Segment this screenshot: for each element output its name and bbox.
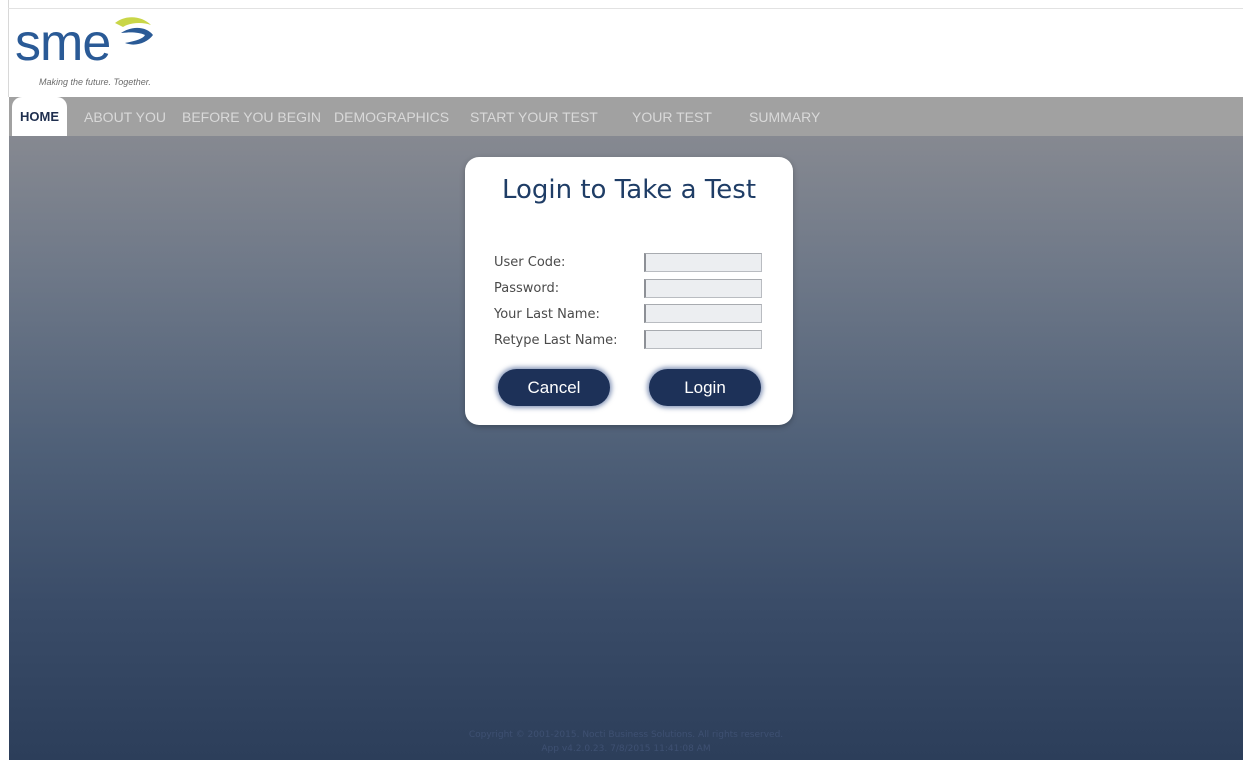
nav-home[interactable]: HOME: [12, 97, 67, 136]
logo-tagline: Making the future. Together.: [39, 77, 151, 87]
footer: Copyright © 2001-2015. Nocti Business So…: [9, 728, 1243, 756]
cancel-button[interactable]: Cancel: [498, 369, 610, 406]
retype-last-name-label: Retype Last Name:: [494, 333, 618, 348]
copyright-text: Copyright © 2001-2015. Nocti Business So…: [468, 730, 784, 740]
user-code-label: User Code:: [494, 255, 566, 270]
nav-start-your-test[interactable]: START YOUR TEST: [470, 97, 598, 136]
main-nav: HOME ABOUT YOU BEFORE YOU BEGIN DEMOGRAP…: [9, 97, 1243, 136]
user-code-input[interactable]: [644, 253, 762, 272]
version-text: App v4.2.0.23. 7/8/2015 11:41:08 AM: [541, 744, 711, 754]
last-name-input[interactable]: [644, 304, 762, 323]
nav-about-you[interactable]: ABOUT YOU: [84, 97, 166, 136]
main-content: Login to Take a Test User Code: Password…: [9, 136, 1243, 760]
page: sme Making the future. Together. HOME AB…: [0, 0, 1243, 760]
password-label: Password:: [494, 281, 560, 296]
logo-swoosh-icon: [115, 17, 153, 45]
header: sme Making the future. Together.: [9, 9, 1243, 97]
password-input[interactable]: [644, 279, 762, 298]
nav-demographics[interactable]: DEMOGRAPHICS: [334, 97, 449, 136]
nav-summary[interactable]: SUMMARY: [749, 97, 820, 136]
login-dialog: Login to Take a Test User Code: Password…: [465, 157, 793, 425]
login-button[interactable]: Login: [649, 369, 761, 406]
last-name-label: Your Last Name:: [494, 307, 600, 322]
retype-last-name-input[interactable]: [644, 330, 762, 349]
nav-before-you-begin[interactable]: BEFORE YOU BEGIN: [182, 97, 321, 136]
nav-your-test[interactable]: YOUR TEST: [632, 97, 712, 136]
sme-logo[interactable]: sme Making the future. Together.: [15, 11, 185, 93]
logo-wordmark: sme: [15, 14, 111, 72]
login-title: Login to Take a Test: [501, 175, 757, 205]
